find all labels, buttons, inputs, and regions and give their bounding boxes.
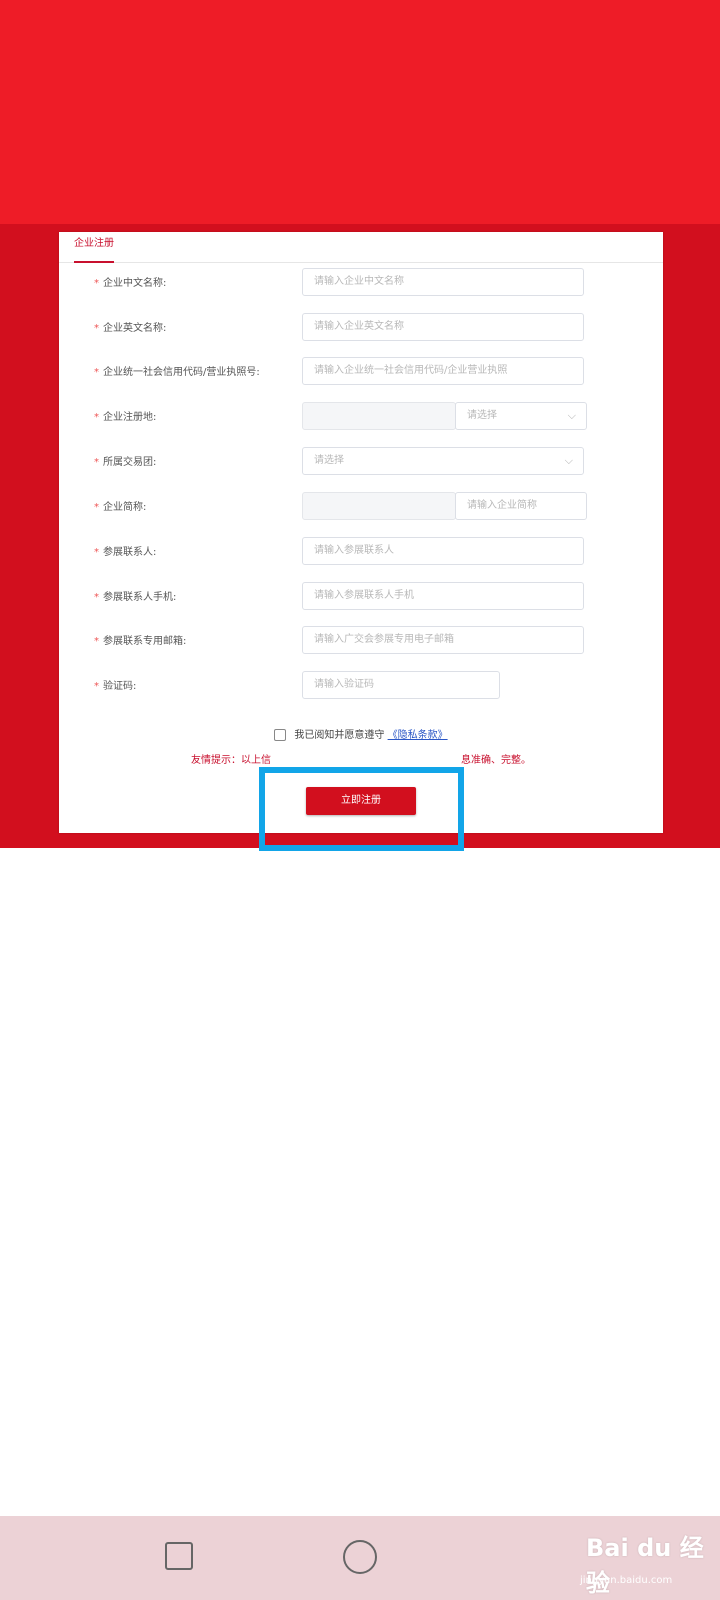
baidu-watermark-logo: Bai du 经验 — [586, 1534, 704, 1597]
tab-enterprise-registration[interactable]: 企业注册 — [74, 232, 114, 263]
required-mark: * — [94, 502, 99, 513]
field-label: 企业简称: — [103, 502, 147, 513]
required-mark: * — [94, 592, 99, 603]
recent-apps-icon[interactable] — [165, 1542, 193, 1570]
registration-place-readonly — [302, 402, 456, 430]
required-mark: * — [94, 457, 99, 468]
field-label: 参展联系人: — [103, 547, 157, 558]
form-row-captcha: * 验证码: 请输入验证码 — [59, 671, 663, 703]
baidu-watermark-url: jingyan.baidu.com — [580, 1575, 673, 1586]
required-mark: * — [94, 367, 99, 378]
register-now-button[interactable]: 立即注册 — [306, 787, 416, 815]
credit-code-input[interactable]: 请输入企业统一社会信用代码/企业营业执照 — [302, 357, 584, 385]
chevron-down-icon: ⌵ — [564, 454, 573, 467]
agreement-text: 我已阅知并愿意遵守 — [294, 730, 385, 741]
required-mark: * — [94, 323, 99, 334]
tip-text-right: 息准确、完整。 — [461, 755, 531, 766]
trading-group-select[interactable]: 请选择 ⌵ — [302, 447, 584, 475]
captcha-input[interactable]: 请输入验证码 — [302, 671, 500, 699]
required-mark: * — [94, 636, 99, 647]
form-row-contact-phone: * 参展联系人手机: 请输入参展联系人手机 — [59, 582, 663, 614]
short-name-readonly — [302, 492, 456, 520]
required-mark: * — [94, 547, 99, 558]
field-label: 企业统一社会信用代码/营业执照号: — [103, 367, 260, 378]
field-label: 验证码: — [103, 681, 137, 692]
form-row-contact-email: * 参展联系专用邮箱: 请输入广交会参展专用电子邮箱 — [59, 626, 663, 658]
chevron-down-icon: ⌵ — [567, 409, 576, 422]
field-label: 企业中文名称: — [103, 278, 167, 289]
registration-card: 企业注册 * 企业中文名称: 请输入企业中文名称 * 企业英文名称: 请输入企业英文… — [59, 232, 663, 833]
select-placeholder: 请选择 — [314, 455, 344, 466]
required-mark: * — [94, 681, 99, 692]
tab-bar: 企业注册 — [59, 232, 663, 263]
form-row-registration-place: * 企业注册地: 请选择 ⌵ — [59, 402, 663, 434]
required-mark: * — [94, 412, 99, 423]
field-label: 参展联系人手机: — [103, 592, 177, 603]
form-row-chinese-name: * 企业中文名称: 请输入企业中文名称 — [59, 268, 663, 300]
contact-input[interactable]: 请输入参展联系人 — [302, 537, 584, 565]
top-banner — [0, 0, 720, 224]
agreement-row: 我已阅知并愿意遵守 《隐私条款》 — [59, 726, 663, 741]
chinese-name-input[interactable]: 请输入企业中文名称 — [302, 268, 584, 296]
contact-phone-input[interactable]: 请输入参展联系人手机 — [302, 582, 584, 610]
form-row-credit-code: * 企业统一社会信用代码/营业执照号: 请输入企业统一社会信用代码/企业营业执照 — [59, 357, 663, 389]
privacy-terms-link[interactable]: 《隐私条款》 — [388, 730, 448, 741]
registration-place-select[interactable]: 请选择 ⌵ — [455, 402, 587, 430]
friendly-tip: 友情提示：以上信 息准确、完整。 — [59, 751, 663, 766]
field-label: 参展联系专用邮箱: — [103, 636, 187, 647]
form-row-short-name: * 企业简称: 请输入企业简称 — [59, 492, 663, 524]
required-mark: * — [94, 278, 99, 289]
field-label: 企业注册地: — [103, 412, 157, 423]
english-name-input[interactable]: 请输入企业英文名称 — [302, 313, 584, 341]
agreement-checkbox[interactable] — [274, 729, 287, 741]
home-icon[interactable] — [343, 1540, 377, 1574]
form-row-english-name: * 企业英文名称: 请输入企业英文名称 — [59, 313, 663, 345]
select-placeholder: 请选择 — [467, 410, 497, 421]
tip-text-left: 友情提示：以上信 — [191, 755, 271, 766]
short-name-input[interactable]: 请输入企业简称 — [455, 492, 587, 520]
form-row-contact: * 参展联系人: 请输入参展联系人 — [59, 537, 663, 569]
field-label: 所属交易团: — [103, 457, 157, 468]
form-row-trading-group: * 所属交易团: 请选择 ⌵ — [59, 447, 663, 479]
contact-email-input[interactable]: 请输入广交会参展专用电子邮箱 — [302, 626, 584, 654]
field-label: 企业英文名称: — [103, 323, 167, 334]
